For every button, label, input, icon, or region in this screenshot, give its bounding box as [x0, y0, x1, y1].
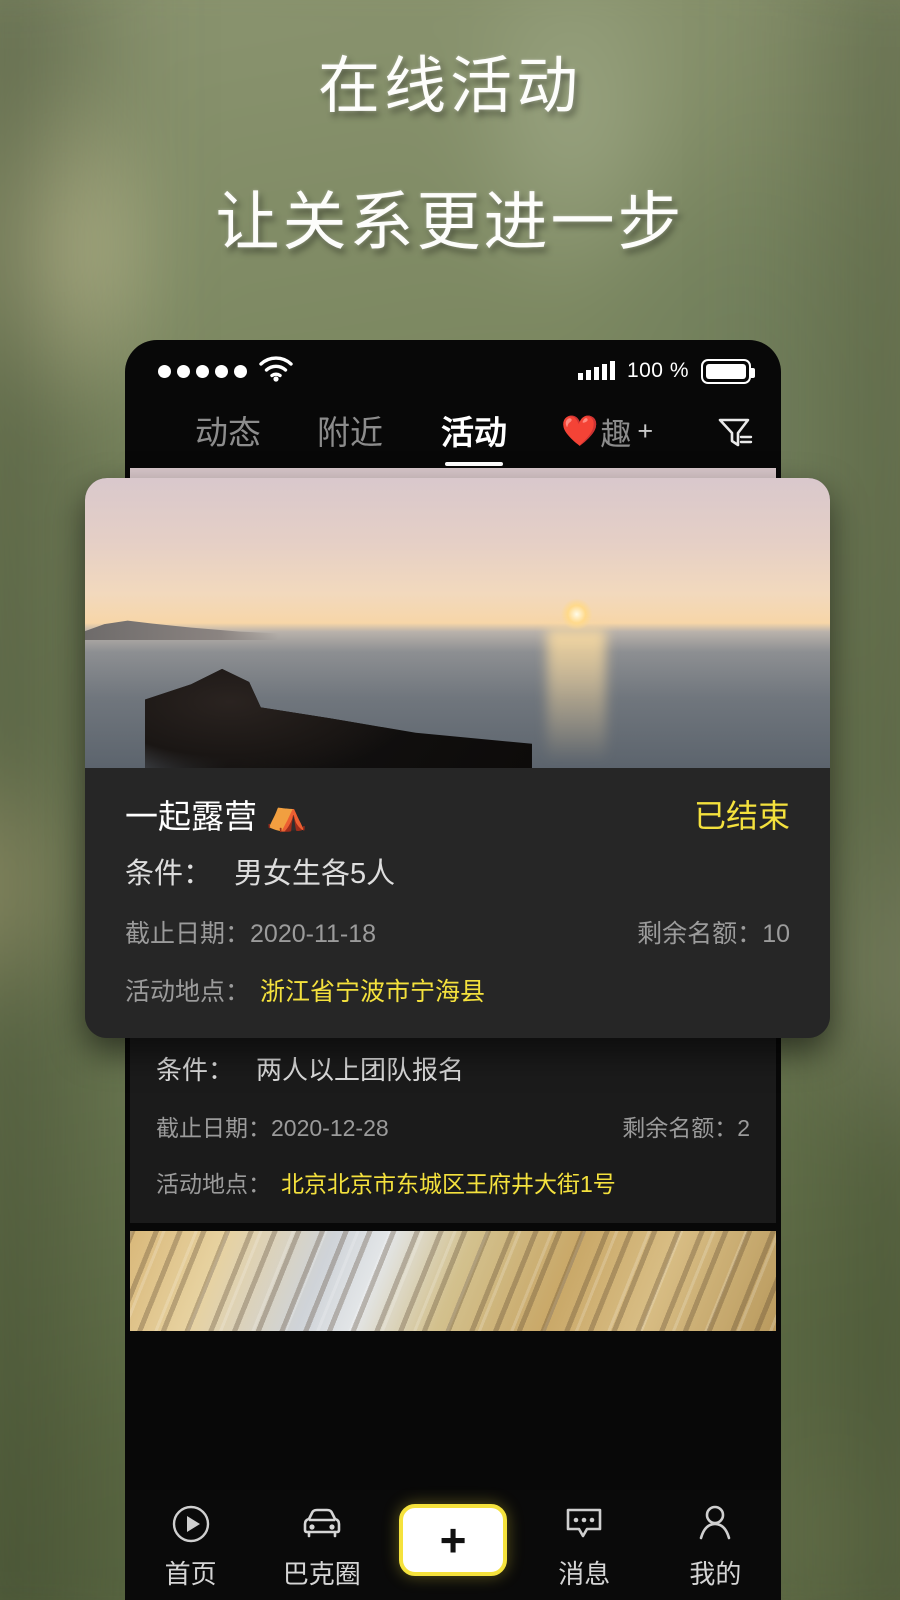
condition-value: 男女生各5人	[234, 858, 396, 890]
nav-label-home: 首页	[164, 1559, 217, 1589]
tab-fujin[interactable]: 附近	[317, 406, 383, 468]
activity-card-title: 一起露营 ⛺	[125, 790, 307, 838]
nav-label-bakequan: 巴克圈	[282, 1559, 361, 1589]
activity-card-meta-row: 截止日期：2020-11-18 剩余名额：10	[125, 914, 790, 950]
location-value: 浙江省宁波市宁海县	[260, 978, 486, 1006]
wifi-icon	[259, 355, 293, 387]
quota-group: 剩余名额：2	[622, 1109, 750, 1143]
signal-dots-icon	[158, 364, 247, 378]
location-label: 活动地点：	[125, 978, 251, 1006]
bottom-navigation-bar: 首页 巴克圈 + 消息 我的	[125, 1490, 781, 1600]
car-icon	[297, 1500, 347, 1548]
condition-label: 条件：	[125, 858, 213, 890]
tent-icon: ⛺	[266, 794, 308, 832]
activity-card-location-row: 活动地点： 北京北京市东城区王府井大街1号	[156, 1165, 750, 1199]
status-bar: 100 %	[125, 340, 781, 392]
tab-fun-plus-sign: +	[637, 416, 654, 446]
tab-fun-plus[interactable]: ❤️ 趣 +	[561, 409, 653, 468]
activity-card-body: 一起露营 ⛺ 已结束 条件： 男女生各5人 截止日期：2020-11-18 剩余…	[85, 768, 830, 1038]
nav-item-home[interactable]: 首页	[125, 1500, 256, 1591]
nav-item-profile[interactable]: 我的	[650, 1500, 781, 1591]
condition-label: 条件：	[156, 1055, 235, 1085]
deadline-label: 截止日期：	[156, 1115, 271, 1141]
chat-bubble-icon	[561, 1500, 607, 1548]
condition-value: 两人以上团队报名	[256, 1055, 465, 1085]
headline-block: 在线活动 让关系更进一步	[0, 40, 900, 272]
activity-card-condition-row: 条件： 男女生各5人	[125, 850, 790, 892]
activity-card-image	[85, 478, 830, 768]
tab-fun-label: 趣	[600, 417, 632, 452]
status-bar-left	[158, 355, 293, 387]
activity-card-title-row: 一起露营 ⛺ 已结束	[125, 790, 790, 838]
quota-value: 10	[762, 920, 790, 948]
activity-card-condition-row: 条件： 两人以上团队报名	[156, 1050, 750, 1087]
nav-item-messages[interactable]: 消息	[519, 1500, 650, 1591]
sunset-person-silhouette	[144, 668, 532, 768]
nav-label-profile: 我的	[689, 1559, 742, 1589]
quota-group: 剩余名额：10	[637, 914, 790, 950]
filter-funnel-icon[interactable]	[715, 413, 755, 468]
top-tab-bar: 动态 附近 活动 ❤️ 趣 +	[125, 392, 781, 468]
plus-button[interactable]: +	[399, 1504, 507, 1576]
deadline-label: 截止日期：	[125, 920, 251, 948]
deadline-value: 2020-12-28	[271, 1115, 389, 1141]
activity-card-meta-row: 截止日期：2020-12-28 剩余名额：2	[156, 1109, 750, 1143]
activity-card-title-text: 一起露营	[125, 798, 257, 835]
person-icon	[693, 1500, 737, 1548]
status-bar-right: 100 %	[577, 358, 755, 384]
battery-percent-label: 100 %	[626, 359, 689, 382]
quota-label: 剩余名额：	[622, 1115, 738, 1141]
quota-label: 剩余名额：	[637, 920, 763, 948]
deadline-group: 截止日期：2020-11-18	[125, 914, 376, 950]
deadline-value: 2020-11-18	[250, 920, 377, 948]
location-label: 活动地点：	[156, 1171, 271, 1197]
headline-line-2: 让关系更进一步	[215, 186, 685, 259]
activity-card-location-row: 活动地点： 浙江省宁波市宁海县	[125, 972, 790, 1008]
activity-card-status: 已结束	[693, 798, 790, 834]
nav-label-messages: 消息	[558, 1559, 611, 1589]
plus-icon: +	[439, 1514, 467, 1566]
activity-card[interactable]	[130, 1231, 776, 1331]
nav-item-bakequan[interactable]: 巴克圈	[256, 1500, 387, 1591]
tab-dongtai[interactable]: 动态	[195, 406, 261, 468]
location-value: 北京北京市东城区王府井大街1号	[281, 1171, 616, 1197]
nav-item-create[interactable]: +	[387, 1500, 518, 1576]
deadline-group: 截止日期：2020-12-28	[156, 1109, 389, 1143]
headline-line-1: 在线活动	[317, 52, 582, 121]
activity-card-featured[interactable]: 一起露营 ⛺ 已结束 条件： 男女生各5人 截止日期：2020-11-18 剩余…	[85, 478, 830, 1038]
tab-huodong[interactable]: 活动	[441, 406, 507, 468]
quota-value: 2	[737, 1115, 750, 1141]
battery-full-icon	[701, 358, 755, 384]
heart-icon: ❤️	[561, 414, 599, 448]
cellular-bars-icon	[577, 361, 615, 380]
activity-card-image	[130, 1231, 776, 1331]
play-circle-icon	[169, 1500, 213, 1548]
